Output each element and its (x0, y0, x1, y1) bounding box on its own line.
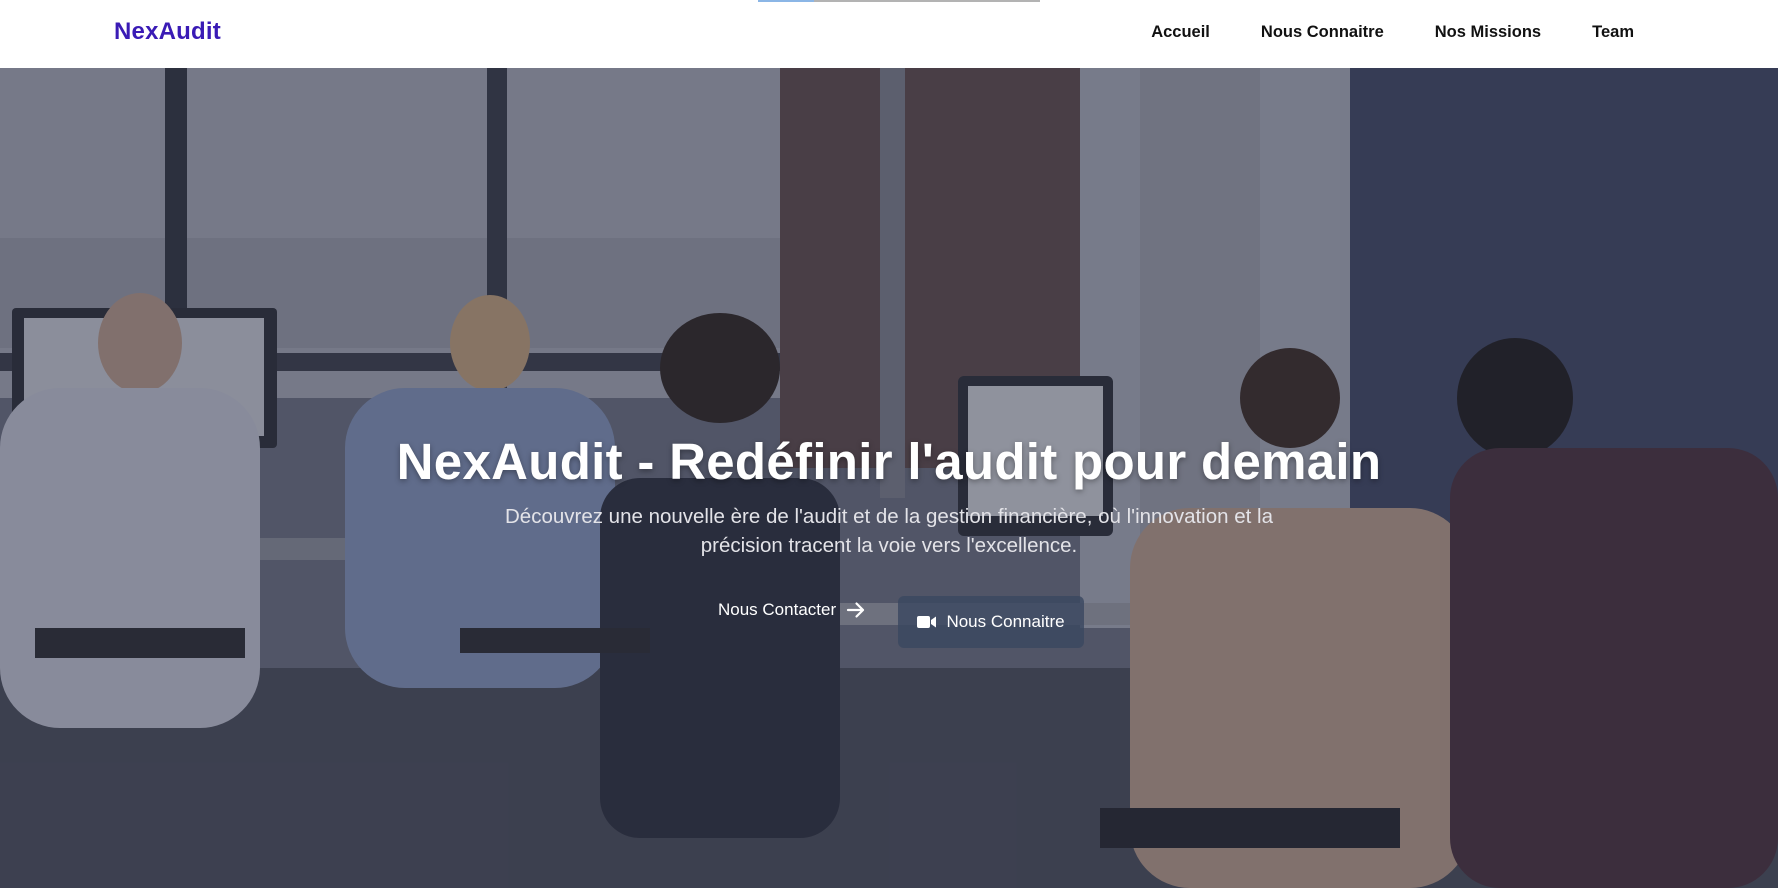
about-video-button[interactable]: Nous Connaitre (898, 596, 1084, 648)
contact-button[interactable]: Nous Contacter (704, 588, 880, 632)
contact-button-label: Nous Contacter (718, 600, 837, 619)
brand-logo[interactable]: NexAudit (114, 18, 221, 46)
nav-item-team[interactable]: Team (1592, 20, 1634, 44)
scroll-progress-fill (758, 0, 815, 2)
hero-subtitle: Découvrez une nouvelle ère de l'audit et… (505, 505, 1273, 557)
nav-item-nos-missions[interactable]: Nos Missions (1435, 20, 1541, 44)
nav-item-nous-connaitre[interactable]: Nous Connaitre (1261, 20, 1384, 44)
site-header: NexAudit Accueil Nous Connaitre Nos Miss… (0, 0, 1778, 68)
video-camera-icon (917, 616, 937, 628)
about-button-label: Nous Connaitre (946, 612, 1065, 631)
arrow-right-icon (847, 602, 865, 618)
hero-section: NexAudit - Redéfinir l'audit pour demain… (0, 68, 1778, 888)
scroll-progress-bar (758, 0, 1040, 2)
hero-title: NexAudit - Redéfinir l'audit pour demain (396, 433, 1382, 490)
main-nav: Accueil Nous Connaitre Nos Missions Team (1151, 20, 1634, 44)
nav-item-accueil[interactable]: Accueil (1151, 20, 1210, 44)
